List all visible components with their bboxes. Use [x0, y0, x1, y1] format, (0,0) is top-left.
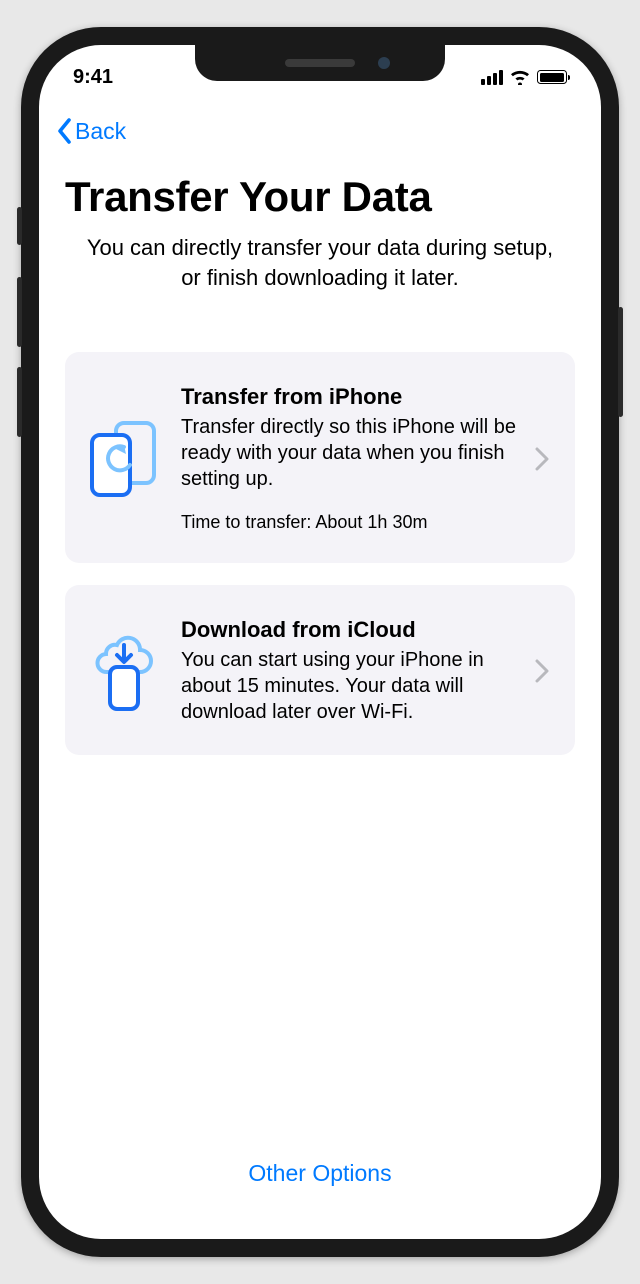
transfer-iphone-icon: [85, 415, 163, 503]
notch: [195, 45, 445, 81]
phone-frame: 9:41 Back Transfer Your Dat: [21, 27, 619, 1257]
front-camera: [378, 57, 390, 69]
page-subtitle: You can directly transfer your data duri…: [65, 233, 575, 292]
chevron-right-icon: [535, 447, 555, 471]
option-text: Transfer from iPhone Transfer directly s…: [181, 384, 517, 533]
option-description: Transfer directly so this iPhone will be…: [181, 414, 517, 492]
cellular-signal-icon: [481, 70, 503, 85]
chevron-left-icon: [57, 117, 73, 145]
option-description: You can start using your iPhone in about…: [181, 647, 517, 725]
volume-up-button: [17, 277, 22, 347]
battery-icon: [537, 70, 567, 84]
silence-switch: [17, 207, 22, 245]
option-transfer-from-iphone[interactable]: Transfer from iPhone Transfer directly s…: [65, 352, 575, 563]
page-title: Transfer Your Data: [65, 173, 575, 221]
volume-down-button: [17, 367, 22, 437]
screen: 9:41 Back Transfer Your Dat: [39, 45, 601, 1239]
footer: Other Options: [65, 1160, 575, 1239]
status-indicators: [481, 63, 567, 85]
chevron-right-icon: [535, 659, 555, 683]
option-text: Download from iCloud You can start using…: [181, 617, 517, 725]
content-area: Back Transfer Your Data You can directly…: [39, 103, 601, 1239]
back-label: Back: [75, 118, 126, 145]
options-list: Transfer from iPhone Transfer directly s…: [65, 352, 575, 755]
back-button[interactable]: Back: [57, 117, 126, 145]
nav-bar: Back: [65, 103, 575, 159]
speaker-grille: [285, 59, 355, 67]
status-time: 9:41: [73, 60, 113, 89]
option-title: Transfer from iPhone: [181, 384, 517, 410]
option-meta: Time to transfer: About 1h 30m: [181, 512, 517, 533]
icloud-download-icon: [85, 627, 163, 715]
option-title: Download from iCloud: [181, 617, 517, 643]
wifi-icon: [510, 69, 530, 85]
option-download-from-icloud[interactable]: Download from iCloud You can start using…: [65, 585, 575, 755]
other-options-button[interactable]: Other Options: [248, 1160, 391, 1187]
power-button: [618, 307, 623, 417]
